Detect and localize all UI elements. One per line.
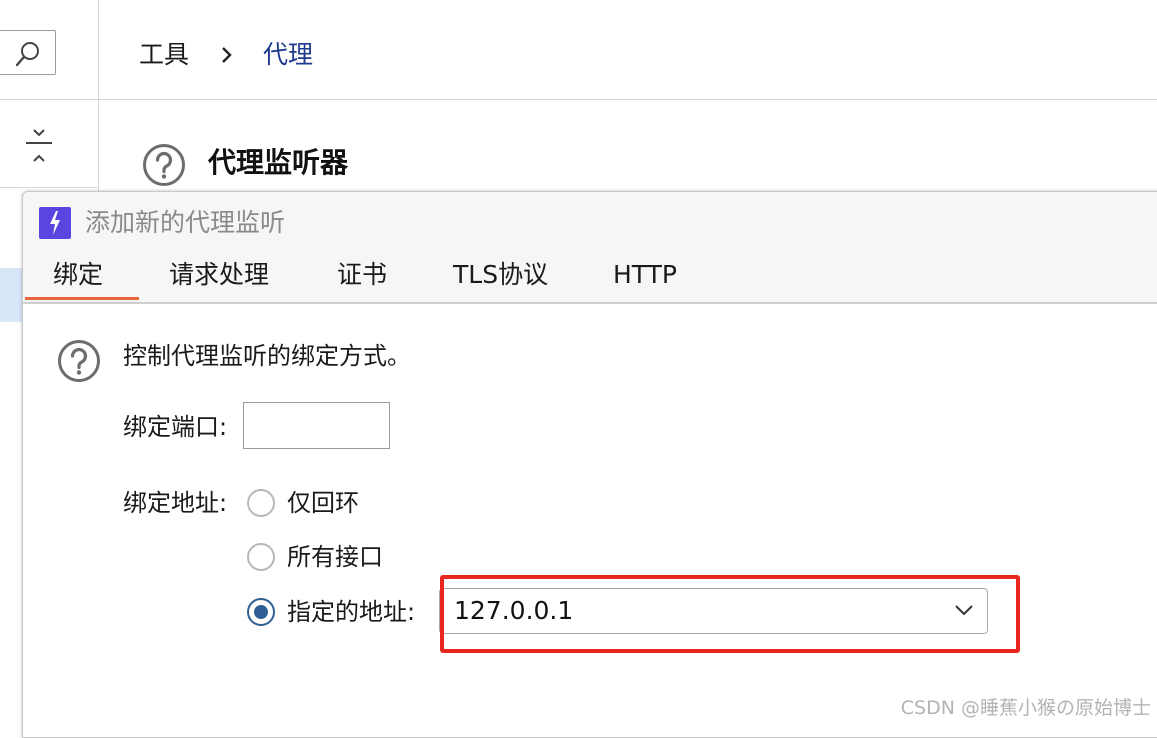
search-button[interactable] <box>0 30 56 75</box>
collapse-icon <box>26 129 52 162</box>
radio-specific-address[interactable] <box>247 598 275 626</box>
active-tab-indicator <box>25 297 139 300</box>
sidebar-divider <box>0 187 98 188</box>
radio-specific-address-label[interactable]: 指定的地址: <box>287 595 415 629</box>
tab-tls[interactable]: TLS协议 <box>453 258 548 292</box>
dialog-title: 添加新的代理监听 <box>85 208 286 237</box>
tab-certificate[interactable]: 证书 <box>337 258 387 292</box>
radio-loopback-label[interactable]: 仅回环 <box>287 486 359 520</box>
highlight-annotation <box>440 575 1020 653</box>
address-label: 绑定地址: <box>123 489 228 517</box>
burp-logo-icon <box>39 207 71 239</box>
search-icon <box>15 42 39 67</box>
help-icon[interactable] <box>57 339 101 387</box>
port-label: 绑定端口: <box>123 413 228 441</box>
chevron-right-icon <box>217 40 237 79</box>
binding-description: 控制代理监听的绑定方式。 <box>123 342 411 370</box>
tab-http[interactable]: HTTP <box>613 258 677 292</box>
radio-all-interfaces[interactable] <box>247 543 275 571</box>
collapse-button[interactable] <box>22 128 56 164</box>
help-icon[interactable] <box>142 143 186 191</box>
breadcrumb-tools[interactable]: 工具 <box>139 38 189 72</box>
sidebar-selected-item[interactable] <box>0 268 22 322</box>
watermark: CSDN @睡蕉小猴の原始博士 <box>900 697 1151 719</box>
tab-request-handling[interactable]: 请求处理 <box>169 258 269 292</box>
radio-all-interfaces-label[interactable]: 所有接口 <box>287 540 383 574</box>
port-input[interactable] <box>243 402 390 449</box>
header: 工具 代理 <box>99 0 1157 100</box>
dialog-titlebar: 添加新的代理监听 <box>23 192 1157 252</box>
breadcrumb-current: 代理 <box>263 40 314 69</box>
section-title: 代理监听器 <box>208 146 349 179</box>
radio-loopback[interactable] <box>247 489 275 517</box>
tab-bar: 绑定 请求处理 证书 TLS协议 HTTP <box>23 252 1157 304</box>
tab-binding[interactable]: 绑定 <box>53 258 103 292</box>
sidebar-divider <box>0 99 98 100</box>
add-proxy-listener-dialog: 添加新的代理监听 绑定 请求处理 证书 TLS协议 HTTP 控制代理监听的绑定… <box>22 191 1157 738</box>
